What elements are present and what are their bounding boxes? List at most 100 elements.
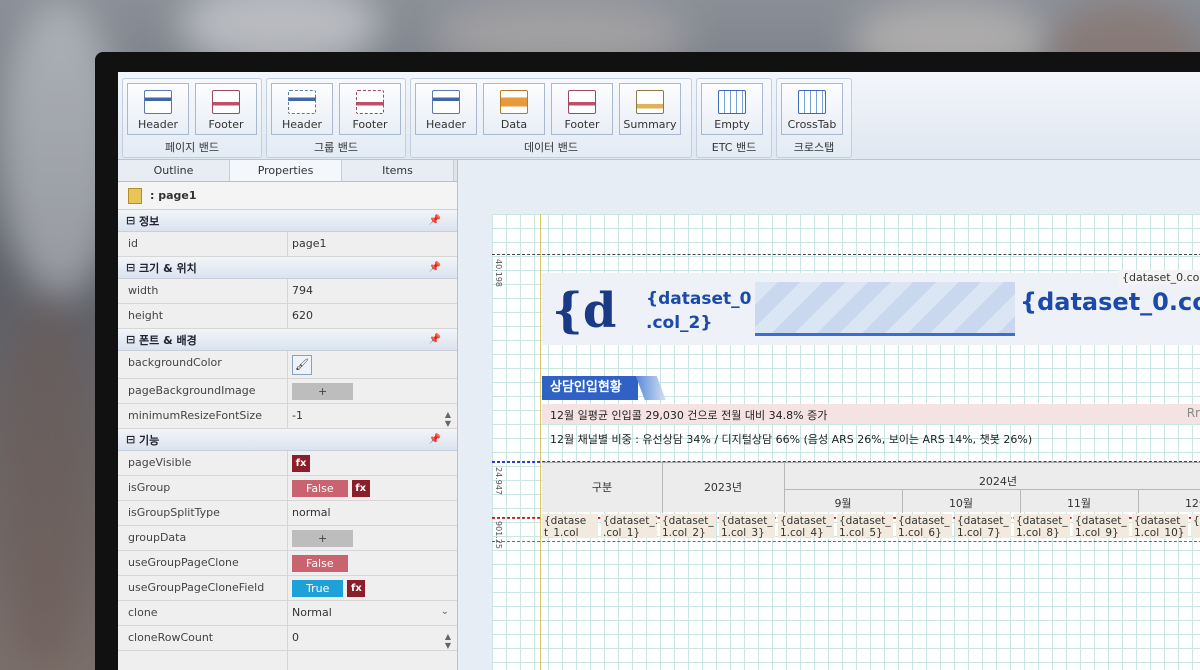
prop-value-clonerowcount[interactable]: 0 [288,626,457,650]
fx-button[interactable]: fx [347,579,366,597]
data-cell[interactable]: {datase t_1.col [542,514,598,538]
group-label: 크로스탭 [793,141,835,154]
data-cell[interactable]: {dataset_ 1.col_9} [1073,514,1129,538]
page-header-button[interactable]: Header [127,83,189,135]
logo-text[interactable]: {d [552,283,616,339]
data-cell[interactable]: {dataset_ 1.col_8} [1014,514,1070,538]
empty-button[interactable]: Empty [701,83,763,135]
group-footer-icon [356,90,384,114]
prop-row-clone: clone Normal ⌄ [118,601,457,626]
selected-object-header: : page1 [118,182,457,210]
section-func[interactable]: ⊟ 기능 📌 [118,429,457,451]
th-month: 10월 [948,497,974,510]
data-button[interactable]: Data [483,83,545,135]
tab-items[interactable]: Items [342,160,454,181]
table-header[interactable]: 구분 2023년 2024년 9월 10월 11월 12월 [542,462,1200,513]
toggle-false[interactable]: False [292,479,348,497]
page-header-icon [144,90,172,114]
prop-row-pagevisible: pageVisible fx [118,451,457,476]
fx-button[interactable]: fx [351,479,370,497]
design-canvas[interactable]: 40.198 24.947 901.25 {dataset_0.col_ {d … [460,160,1200,670]
data-footer-icon [568,90,596,114]
group-band-group: Header Footer 그룹 밴드 [266,78,406,158]
dropdown-caret-icon[interactable]: ⌄ [441,606,449,617]
summary-line-1[interactable]: 12월 일평균 인입콜 29,030 건으로 전월 대비 34.8% 증가 [550,407,827,423]
prop-row-clonerowcount: cloneRowCount 0 ▲ ▼ [118,626,457,651]
prop-row-pagebackgroundimage: pageBackgroundImage + [118,379,457,404]
pin-icon[interactable]: 📌 [429,215,441,226]
summary-button[interactable]: Summary [619,83,681,135]
fx-button[interactable]: fx [292,454,310,472]
spinner-icon[interactable]: ▲ ▼ [445,632,451,650]
data-cell[interactable]: {dataset_ 1.col_7} [955,514,1011,538]
toggle-false[interactable]: False [292,554,348,572]
designer-window: Header Footer 페이지 밴드 Header Footer 그룹 밴드… [118,72,1200,670]
th-2024: 2024년 [978,475,1018,488]
page-icon [128,187,142,204]
prop-row-groupdata: groupData + [118,526,457,551]
prop-value-splittype[interactable]: normal [288,501,457,525]
empty-icon [718,90,746,114]
ribbon-toolbar: Header Footer 페이지 밴드 Header Footer 그룹 밴드… [118,72,1200,160]
page-band-group: Header Footer 페이지 밴드 [122,78,262,158]
pin-icon[interactable]: 📌 [429,334,441,345]
big-title-field[interactable]: {dataset_0.col [1020,288,1200,316]
data-cell[interactable]: {d [1191,514,1200,538]
data-cell[interactable]: {dataset_1. .col_1} [601,514,657,538]
group-header-button[interactable]: Header [271,83,333,135]
top-field-label[interactable]: {dataset_0.col_ [1118,270,1200,285]
data-cell[interactable]: {dataset_ 1.col_6} [896,514,952,538]
pin-icon[interactable]: 📌 [429,262,441,273]
page-footer-button[interactable]: Footer [195,83,257,135]
prop-row-isgroupsplittype: isGroupSplitType normal [118,501,457,526]
th-month: 11월 [1066,497,1092,510]
prop-row-isgroup: isGroup False fx [118,476,457,501]
data-cell[interactable]: {dataset_ 1.col_2} [660,514,716,538]
data-cell[interactable]: {dataset_ 1.col_5} [837,514,893,538]
prop-value-height[interactable]: 620 [288,304,457,328]
th-month: 12월 [1184,497,1200,510]
group-footer-button[interactable]: Footer [339,83,401,135]
prop-row-minimumresizefontsize: minimumResizeFontSize -1 ▲ ▼ [118,404,457,429]
prop-row-id: id page1 [118,232,457,257]
prop-value-id[interactable]: page1 [288,232,457,256]
pin-icon[interactable]: 📌 [429,434,441,445]
data-row: {datase t_1.col {dataset_1. .col_1} {dat… [542,514,1200,538]
data-cell[interactable]: {dataset_ 1.col_3} [719,514,775,538]
section-font[interactable]: ⊟ 폰트 & 배경 📌 [118,329,457,351]
group-label: 페이지 밴드 [164,141,220,154]
color-picker-icon[interactable]: 🖌 [292,354,312,375]
data-header-button[interactable]: Header [415,83,477,135]
group-label: ETC 밴드 [711,141,757,154]
prop-row-height: height 620 [118,304,457,329]
title-field[interactable]: {dataset_0 .col_2} [646,287,751,335]
tab-properties[interactable]: Properties [230,160,342,181]
data-cell[interactable]: {dataset_ 1.col_4} [778,514,834,538]
page-footer-icon [212,90,240,114]
data-footer-button[interactable]: Footer [551,83,613,135]
selected-object-name: : page1 [150,189,197,202]
th-2023: 2023년 [703,481,743,494]
th-month: 9월 [834,497,852,510]
section-info[interactable]: ⊟ 정보 📌 [118,210,457,232]
prop-row-usegrouppageclonefield: useGroupPageCloneField True fx [118,576,457,601]
add-groupdata-button[interactable]: + [292,529,354,547]
prop-value-width[interactable]: 794 [288,279,457,303]
spinner-icon[interactable]: ▲ ▼ [445,410,451,428]
toggle-true[interactable]: True [292,579,344,597]
crosstab-icon [798,90,826,114]
clone-select[interactable]: Normal [288,601,457,625]
crosstab-group: CrossTab 크로스탭 [776,78,852,158]
summary-line-2[interactable]: 12월 채널별 비중 : 유선상담 34% / 디지털상담 66% (음성 AR… [550,431,1032,447]
section-size[interactable]: ⊟ 크기 & 위치 📌 [118,257,457,279]
prop-value-minfont[interactable]: -1 [288,404,457,428]
summary-icon [636,90,664,114]
crosstab-button[interactable]: CrossTab [781,83,843,135]
data-band-group: Header Data Footer Summary 데이터 밴드 [410,78,692,158]
section-badge[interactable]: 상담인입현황 [542,376,638,400]
prop-row-usegrouppageclone: useGroupPageClone False [118,551,457,576]
data-cell[interactable]: {dataset_ 1.col_10} [1132,514,1188,538]
add-image-button[interactable]: + [292,382,354,400]
prop-row-partial [118,651,457,670]
tab-outline[interactable]: Outline [118,160,230,181]
